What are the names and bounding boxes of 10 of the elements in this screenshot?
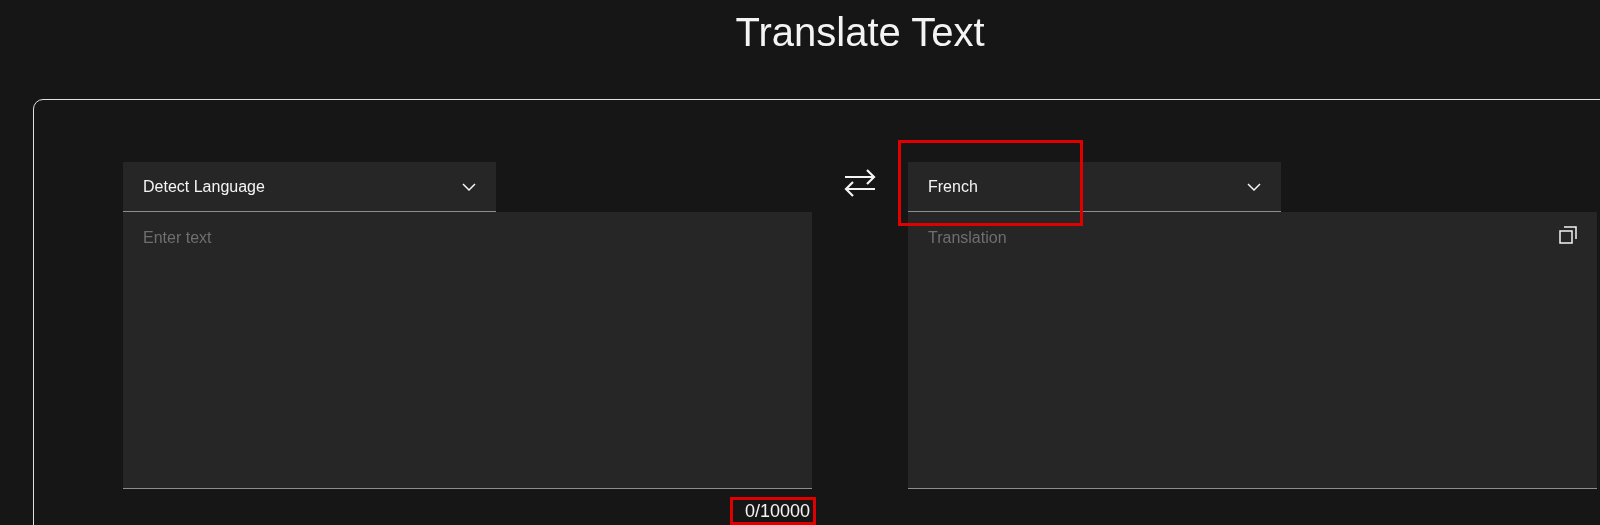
chevron-down-icon (462, 182, 476, 191)
character-counter: 0/10000 (744, 500, 810, 523)
source-text-field[interactable]: Enter text (123, 212, 812, 489)
target-language-dropdown[interactable]: French (908, 162, 1281, 212)
chevron-down-icon (1247, 182, 1261, 191)
source-language-dropdown[interactable]: Detect Language (123, 162, 496, 212)
swap-icon[interactable] (844, 168, 876, 198)
translation-field[interactable]: Translation (908, 212, 1597, 489)
page-title: Translate Text (735, 12, 985, 52)
copy-icon[interactable] (1559, 226, 1577, 244)
